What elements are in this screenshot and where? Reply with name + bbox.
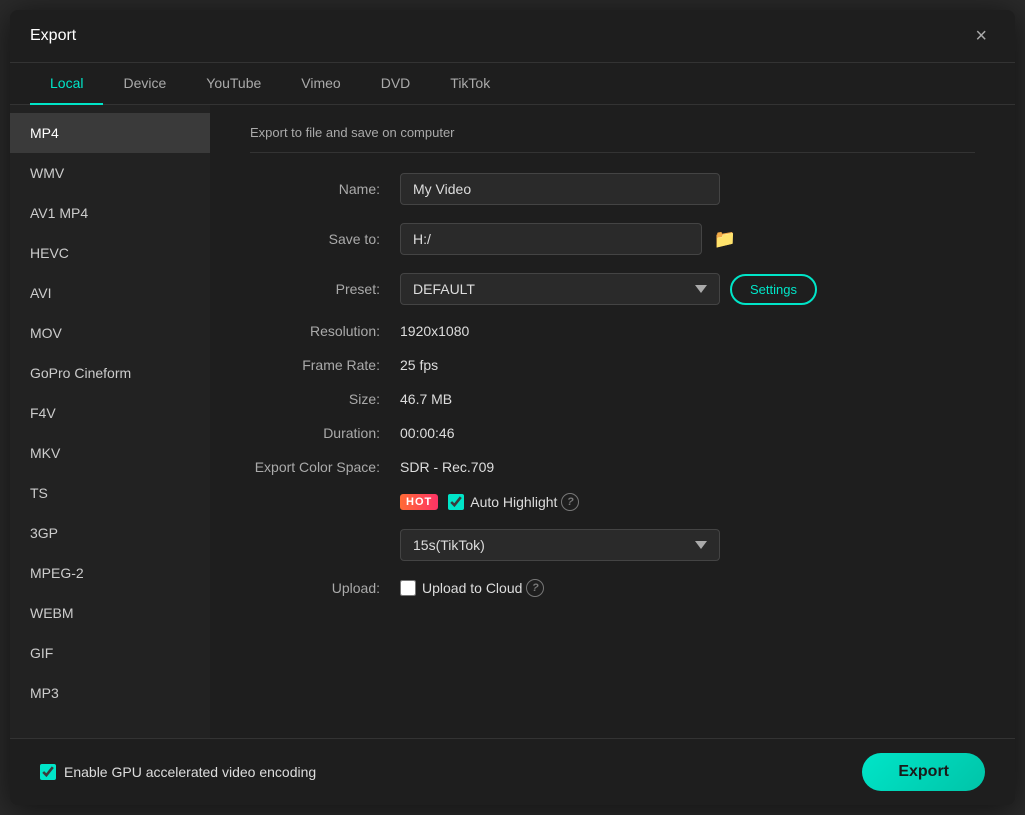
framerate-label: Frame Rate: — [250, 357, 400, 373]
tab-dvd[interactable]: DVD — [361, 63, 431, 105]
save-to-row: Save to: 📁 — [250, 223, 975, 255]
format-avi[interactable]: AVI — [10, 273, 210, 313]
format-list: MP4 WMV AV1 MP4 HEVC AVI MOV GoPro Cinef… — [10, 105, 210, 738]
duration-value: 00:00:46 — [400, 425, 455, 441]
save-path-input[interactable] — [400, 223, 702, 255]
dialog-overlay: Export × Local Device YouTube Vimeo DVD … — [0, 0, 1025, 815]
format-gif[interactable]: GIF — [10, 633, 210, 673]
gpu-checkbox[interactable] — [40, 764, 56, 780]
format-mpeg2[interactable]: MPEG-2 — [10, 553, 210, 593]
hot-badge: HOT — [400, 494, 438, 510]
auto-highlight-row: HOT Auto Highlight ? — [250, 493, 975, 511]
format-wmv[interactable]: WMV — [10, 153, 210, 193]
upload-help-icon[interactable]: ? — [526, 579, 544, 597]
size-label: Size: — [250, 391, 400, 407]
gpu-label: Enable GPU accelerated video encoding — [64, 764, 316, 780]
format-webm[interactable]: WEBM — [10, 593, 210, 633]
color-space-label: Export Color Space: — [250, 459, 400, 475]
tab-vimeo[interactable]: Vimeo — [281, 63, 360, 105]
format-hevc[interactable]: HEVC — [10, 233, 210, 273]
tab-bar: Local Device YouTube Vimeo DVD TikTok — [10, 63, 1015, 105]
format-3gp[interactable]: 3GP — [10, 513, 210, 553]
preset-select[interactable]: DEFAULT Custom High Quality Low Quality — [400, 273, 720, 305]
settings-button[interactable]: Settings — [730, 274, 817, 305]
export-dialog: Export × Local Device YouTube Vimeo DVD … — [10, 10, 1015, 805]
auto-highlight-label[interactable]: Auto Highlight — [448, 494, 557, 510]
upload-row: Upload: Upload to Cloud ? — [250, 579, 975, 597]
tiktok-duration-select[interactable]: 15s(TikTok) 60s(TikTok) 30s(Instagram) — [400, 529, 720, 561]
framerate-value: 25 fps — [400, 357, 438, 373]
format-mkv[interactable]: MKV — [10, 433, 210, 473]
path-row: 📁 — [400, 223, 740, 255]
auto-highlight-help-icon[interactable]: ? — [561, 493, 579, 511]
size-row: Size: 46.7 MB — [250, 391, 975, 407]
preset-row: Preset: DEFAULT Custom High Quality Low … — [250, 273, 975, 305]
save-to-label: Save to: — [250, 231, 400, 247]
format-mp4[interactable]: MP4 — [10, 113, 210, 153]
resolution-value: 1920x1080 — [400, 323, 469, 339]
auto-highlight-checkbox[interactable] — [448, 494, 464, 510]
duration-row: Duration: 00:00:46 — [250, 425, 975, 441]
resolution-label: Resolution: — [250, 323, 400, 339]
dialog-header: Export × — [10, 10, 1015, 63]
resolution-row: Resolution: 1920x1080 — [250, 323, 975, 339]
name-input[interactable] — [400, 173, 720, 205]
format-f4v[interactable]: F4V — [10, 393, 210, 433]
folder-browse-button[interactable]: 📁 — [710, 226, 740, 252]
export-button[interactable]: Export — [862, 753, 985, 791]
size-value: 46.7 MB — [400, 391, 452, 407]
format-av1mp4[interactable]: AV1 MP4 — [10, 193, 210, 233]
upload-label: Upload: — [250, 580, 400, 596]
preset-controls: DEFAULT Custom High Quality Low Quality … — [400, 273, 817, 305]
tab-youtube[interactable]: YouTube — [186, 63, 281, 105]
tab-device[interactable]: Device — [103, 63, 186, 105]
dialog-footer: Enable GPU accelerated video encoding Ex… — [10, 738, 1015, 805]
format-gopro[interactable]: GoPro Cineform — [10, 353, 210, 393]
dialog-body: MP4 WMV AV1 MP4 HEVC AVI MOV GoPro Cinef… — [10, 105, 1015, 738]
main-content: Export to file and save on computer Name… — [210, 105, 1015, 738]
tab-local[interactable]: Local — [30, 63, 103, 105]
preset-label: Preset: — [250, 281, 400, 297]
duration-label: Duration: — [250, 425, 400, 441]
dialog-title: Export — [30, 27, 76, 45]
upload-cloud-label[interactable]: Upload to Cloud — [400, 580, 522, 596]
tab-tiktok[interactable]: TikTok — [430, 63, 510, 105]
upload-cloud-checkbox[interactable] — [400, 580, 416, 596]
name-row: Name: — [250, 173, 975, 205]
color-space-value: SDR - Rec.709 — [400, 459, 494, 475]
format-mov[interactable]: MOV — [10, 313, 210, 353]
section-header: Export to file and save on computer — [250, 125, 975, 153]
format-mp3[interactable]: MP3 — [10, 673, 210, 713]
close-button[interactable]: × — [967, 22, 995, 50]
format-ts[interactable]: TS — [10, 473, 210, 513]
name-label: Name: — [250, 181, 400, 197]
framerate-row: Frame Rate: 25 fps — [250, 357, 975, 373]
gpu-check-row: Enable GPU accelerated video encoding — [40, 764, 316, 780]
color-space-row: Export Color Space: SDR - Rec.709 — [250, 459, 975, 475]
